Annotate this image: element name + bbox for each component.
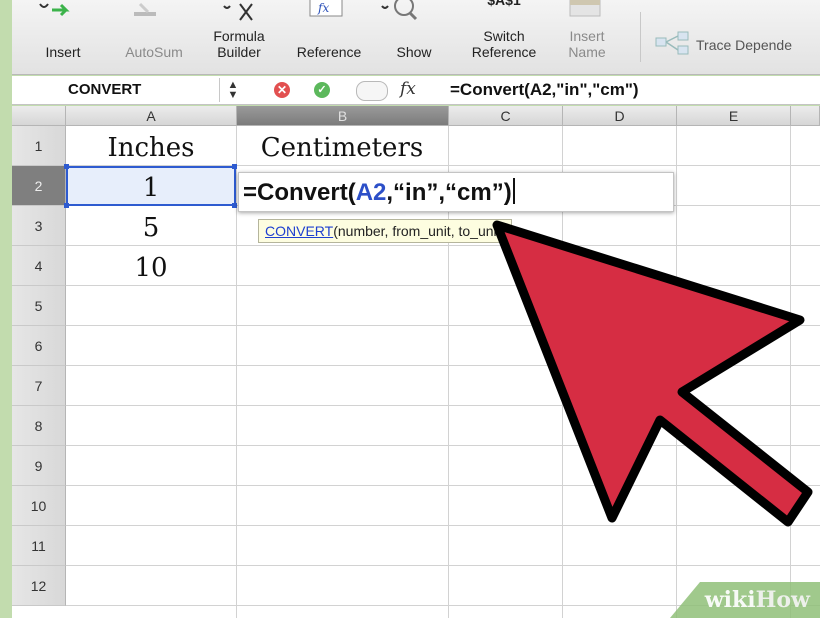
wikihow-watermark: wikiHow [670, 582, 820, 618]
pointer-arrow-shape [492, 220, 813, 527]
watermark-text: wikiHow [704, 587, 810, 613]
pointer-arrow-icon [492, 220, 813, 527]
